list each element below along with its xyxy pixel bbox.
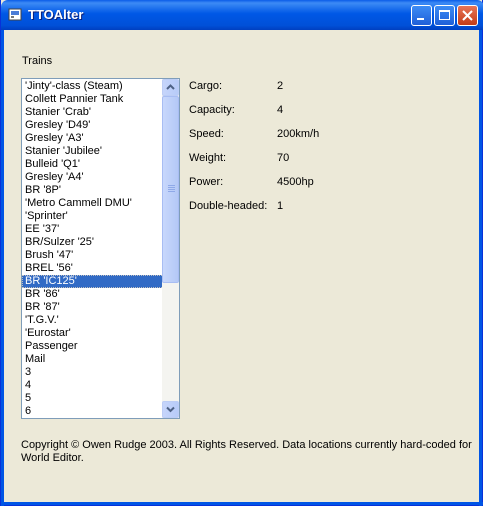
list-item[interactable]: 4 — [22, 379, 164, 392]
scroll-up-button[interactable] — [162, 79, 179, 96]
scroll-grip — [168, 191, 175, 192]
list-item[interactable]: BR '8P' — [22, 184, 164, 197]
list-item[interactable]: BREL '56' — [22, 262, 164, 275]
power-value: 4500hp — [277, 176, 314, 188]
power-label: Power: — [189, 176, 224, 188]
list-item[interactable]: BR '87' — [22, 301, 164, 314]
list-item[interactable]: Passenger — [22, 340, 164, 353]
maximize-button[interactable] — [434, 5, 455, 26]
close-icon — [462, 10, 473, 21]
list-item[interactable]: 'Eurostar' — [22, 327, 164, 340]
list-item[interactable]: 6 — [22, 405, 164, 418]
maximize-icon — [439, 10, 450, 20]
weight-value: 70 — [277, 152, 290, 164]
scroll-grip — [168, 185, 175, 186]
double-headed-label: Double-headed: — [189, 200, 268, 212]
app-icon — [8, 8, 22, 21]
cargo-value: 2 — [277, 80, 284, 92]
list-item[interactable]: 5 — [22, 392, 164, 405]
list-item[interactable]: Stanier 'Crab' — [22, 106, 164, 119]
list-item[interactable]: Collett Pannier Tank — [22, 93, 164, 106]
capacity-label: Capacity: — [189, 104, 235, 116]
trains-list-scrollbar[interactable] — [162, 79, 179, 418]
scroll-grip — [168, 187, 175, 188]
trains-list: 'Jinty'-class (Steam) Collett Pannier Tan… — [22, 80, 164, 418]
list-item[interactable]: 'Metro Cammell DMU' — [22, 197, 164, 210]
list-item[interactable]: EE '37' — [22, 223, 164, 236]
trains-label: Trains — [22, 55, 53, 67]
trains-listbox[interactable]: 'Jinty'-class (Steam) Collett Pannier Tan… — [21, 78, 180, 419]
list-item[interactable]: Gresley 'A4' — [22, 171, 164, 184]
list-item[interactable]: Stanier 'Jubilee' — [22, 145, 164, 158]
scroll-down-button[interactable] — [162, 401, 179, 418]
copyright-text-line1: Copyright © Owen Rudge 2003. All Rights … — [21, 439, 472, 451]
list-item[interactable]: Gresley 'A3' — [22, 132, 164, 145]
copyright-text-line2: World Editor. — [21, 452, 84, 464]
scroll-thumb[interactable] — [162, 96, 179, 283]
minimize-icon — [417, 18, 424, 20]
weight-label: Weight: — [189, 152, 227, 164]
scroll-grip — [168, 189, 175, 190]
list-item[interactable]: Brush '47' — [22, 249, 164, 262]
list-item[interactable]: 3 — [22, 366, 164, 379]
capacity-value: 4 — [277, 104, 284, 116]
chevron-up-icon — [166, 84, 175, 90]
minimize-button[interactable] — [411, 5, 432, 26]
list-item[interactable]: Gresley 'D49' — [22, 119, 164, 132]
double-headed-value: 1 — [277, 200, 284, 212]
list-item[interactable]: 'Jinty'-class (Steam) — [22, 80, 164, 93]
title-bar[interactable]: TTOAlter — [1, 0, 483, 30]
app-window: TTOAlter Trains 'Jinty'-class (Steam) Col… — [0, 0, 483, 506]
list-item[interactable]: 'T.G.V.' — [22, 314, 164, 327]
close-button[interactable] — [457, 5, 478, 26]
window-border-left — [1, 30, 4, 506]
window-border-right — [479, 30, 482, 506]
list-item[interactable]: BR '86' — [22, 288, 164, 301]
window-title: TTOAlter — [28, 7, 84, 22]
list-item-selected[interactable]: BR 'IC125' — [22, 275, 164, 288]
cargo-label: Cargo: — [189, 80, 223, 92]
speed-value: 200km/h — [277, 128, 320, 140]
list-item[interactable]: 'Sprinter' — [22, 210, 164, 223]
list-item[interactable]: Bulleid 'Q1' — [22, 158, 164, 171]
list-item[interactable]: BR/Sulzer '25' — [22, 236, 164, 249]
chevron-down-icon — [166, 406, 175, 413]
window-border-bottom — [1, 502, 483, 505]
speed-label: Speed: — [189, 128, 224, 140]
list-item[interactable]: Mail — [22, 353, 164, 366]
